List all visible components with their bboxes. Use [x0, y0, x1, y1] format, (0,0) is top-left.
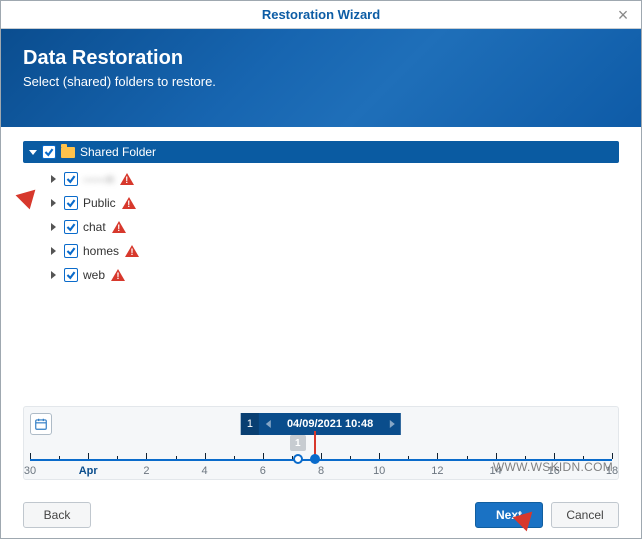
tick	[379, 453, 380, 459]
tree-row[interactable]: ——n	[51, 167, 619, 191]
close-icon[interactable]: ×	[609, 1, 637, 29]
restoration-wizard-window: Restoration Wizard × Data Restoration Se…	[0, 0, 642, 539]
tick-label: 12	[431, 465, 443, 477]
tick	[263, 453, 264, 459]
tree-row[interactable]: Public	[51, 191, 619, 215]
tree-item-label: homes	[83, 244, 119, 258]
chevron-right-icon[interactable]	[51, 247, 56, 255]
timeline-panel: 1 04/09/2021 10:48 1 30 Apr 2 4 6 8 10 12 14 16 18	[23, 406, 619, 480]
tick-label: 6	[260, 465, 266, 477]
item-checkbox[interactable]	[64, 220, 78, 234]
tick	[88, 453, 89, 459]
warning-icon	[125, 245, 139, 257]
item-checkbox[interactable]	[64, 268, 78, 282]
tick	[612, 453, 613, 459]
tree-item-label: ——n	[83, 172, 114, 186]
tick-minor	[408, 456, 409, 459]
tree-item-label: web	[83, 268, 105, 282]
tick-label: 14	[489, 465, 501, 477]
tick	[321, 453, 322, 459]
banner-heading: Data Restoration	[23, 47, 619, 70]
tree-root-row[interactable]: Shared Folder	[23, 141, 619, 163]
timeline-top: 1 04/09/2021 10:48	[30, 411, 612, 437]
chevron-right-icon[interactable]	[51, 223, 56, 231]
chevron-right-icon[interactable]	[51, 199, 56, 207]
tick-label: 18	[606, 465, 618, 477]
titlebar: Restoration Wizard ×	[1, 1, 641, 29]
warning-icon	[122, 197, 136, 209]
window-title: Restoration Wizard	[262, 7, 380, 22]
tick-minor	[234, 456, 235, 459]
tree-children: ——n Public chat homes	[23, 163, 619, 291]
item-checkbox[interactable]	[64, 244, 78, 258]
next-timestamp-button[interactable]	[383, 413, 401, 435]
chevron-right-icon[interactable]	[51, 175, 56, 183]
tick-label: 4	[202, 465, 208, 477]
chevron-down-icon[interactable]	[29, 150, 37, 155]
back-button[interactable]: Back	[23, 502, 91, 528]
tick-minor	[350, 456, 351, 459]
timeline-point-open[interactable]	[293, 454, 303, 464]
chevron-right-icon[interactable]	[51, 271, 56, 279]
tree-item-label: chat	[83, 220, 106, 234]
warning-icon	[111, 269, 125, 281]
tick	[146, 453, 147, 459]
footer: Back Next Cancel	[1, 492, 641, 538]
warning-icon	[120, 173, 134, 185]
tick-minor	[525, 456, 526, 459]
folder-icon	[61, 147, 75, 158]
tick-minor	[59, 456, 60, 459]
tick	[30, 453, 31, 459]
tick-label: 16	[548, 465, 560, 477]
timeline-page: 1	[241, 413, 259, 435]
tick-minor	[467, 456, 468, 459]
tick	[554, 453, 555, 459]
timeline-point-selected[interactable]	[310, 454, 320, 464]
timeline-axis[interactable]: 1 30Apr24681012141618	[30, 439, 612, 479]
tick-label: 8	[318, 465, 324, 477]
date-readout: 1 04/09/2021 10:48	[241, 413, 401, 435]
tree-row[interactable]: web	[51, 263, 619, 287]
prev-timestamp-button[interactable]	[259, 413, 277, 435]
warning-icon	[112, 221, 126, 233]
item-checkbox[interactable]	[64, 172, 78, 186]
axis-line	[30, 459, 612, 461]
tree-row[interactable]: chat	[51, 215, 619, 239]
tick	[205, 453, 206, 459]
tree-row[interactable]: homes	[51, 239, 619, 263]
tree-root-label: Shared Folder	[80, 145, 613, 159]
tick-minor	[583, 456, 584, 459]
tree-item-label: Public	[83, 196, 116, 210]
calendar-icon[interactable]	[30, 413, 52, 435]
banner-subheading: Select (shared) folders to restore.	[23, 74, 619, 89]
timeline-handle[interactable]: 1	[290, 435, 306, 451]
tick-label: 30	[24, 465, 36, 477]
tick-label: 2	[143, 465, 149, 477]
tick-minor	[292, 456, 293, 459]
timeline-datetime: 04/09/2021 10:48	[277, 413, 383, 435]
tick-minor	[176, 456, 177, 459]
root-checkbox[interactable]	[42, 145, 56, 159]
tick-label: 10	[373, 465, 385, 477]
tick-minor	[117, 456, 118, 459]
wizard-banner: Data Restoration Select (shared) folders…	[1, 29, 641, 127]
cancel-button[interactable]: Cancel	[551, 502, 619, 528]
tick	[496, 453, 497, 459]
tick-label: Apr	[79, 465, 98, 477]
item-checkbox[interactable]	[64, 196, 78, 210]
tick	[437, 453, 438, 459]
